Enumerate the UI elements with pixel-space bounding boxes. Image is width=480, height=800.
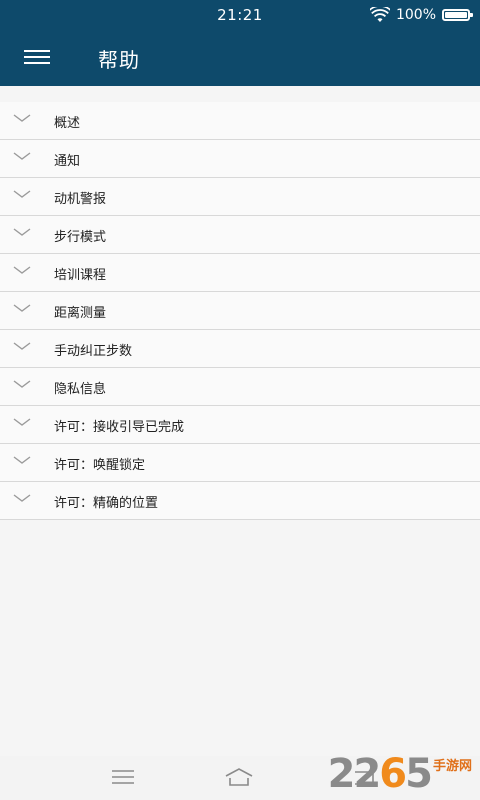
- help-item[interactable]: 许可：精确的位置: [0, 482, 480, 520]
- wifi-icon: [369, 7, 390, 22]
- chevron-down-icon: [13, 418, 31, 426]
- menu-icon[interactable]: [108, 766, 138, 788]
- watermark-text: 手游网: [432, 759, 472, 774]
- help-item-label: 距离测量: [54, 306, 107, 321]
- app-bar: 帮助: [0, 30, 480, 86]
- home-icon[interactable]: [224, 766, 254, 788]
- help-item-label: 培训课程: [54, 268, 107, 283]
- chevron-down-icon: [13, 114, 31, 122]
- chevron-down-icon: [13, 304, 31, 312]
- help-item[interactable]: 隐私信息: [0, 368, 480, 406]
- help-item-label: 步行模式: [54, 230, 107, 245]
- help-list: 概述通知动机警报步行模式培训课程距离测量手动纠正步数 隐私信息许可：接收引导已完成…: [0, 102, 480, 520]
- watermark-logo: 2265 手游网: [328, 754, 472, 794]
- status-bar: 21:21 100%: [0, 0, 480, 30]
- status-right: 100%: [369, 6, 473, 24]
- help-item[interactable]: 距离测量: [0, 292, 480, 330]
- help-item[interactable]: 许可：接收引导已完成: [0, 406, 480, 444]
- help-item-label: 通知: [54, 154, 81, 169]
- battery-icon: [442, 9, 473, 21]
- help-item[interactable]: 通知: [0, 140, 480, 178]
- chevron-down-icon: [13, 152, 31, 160]
- help-item[interactable]: 动机警报: [0, 178, 480, 216]
- help-item[interactable]: 步行模式: [0, 216, 480, 254]
- hamburger-menu-icon[interactable]: [24, 48, 50, 66]
- chevron-down-icon: [13, 494, 31, 502]
- chevron-down-icon: [13, 342, 31, 350]
- help-item-label: 概述: [54, 116, 81, 131]
- help-item-label: 动机警报: [54, 192, 107, 207]
- chevron-down-icon: [13, 380, 31, 388]
- chevron-down-icon: [13, 456, 31, 464]
- watermark-number: 2265: [327, 751, 433, 797]
- chevron-down-icon: [13, 190, 31, 198]
- help-item-label: 许可：接收引导已完成: [54, 420, 185, 435]
- help-item-label: 手动纠正步数: [54, 344, 133, 359]
- help-item-label: 许可：精确的位置: [54, 496, 159, 511]
- page-title: 帮助: [98, 48, 140, 72]
- help-item[interactable]: 手动纠正步数: [0, 330, 480, 368]
- navigation-bar: 2265 手游网: [0, 754, 480, 800]
- help-item[interactable]: 培训课程: [0, 254, 480, 292]
- help-item-label: 隐私信息: [54, 382, 107, 397]
- help-item[interactable]: 概述: [0, 102, 480, 140]
- help-item[interactable]: 许可：唤醒锁定: [0, 444, 480, 482]
- battery-percent: 100%: [395, 7, 436, 23]
- help-item-label: 许可：唤醒锁定: [54, 458, 146, 473]
- chevron-down-icon: [13, 228, 31, 236]
- chevron-down-icon: [13, 266, 31, 274]
